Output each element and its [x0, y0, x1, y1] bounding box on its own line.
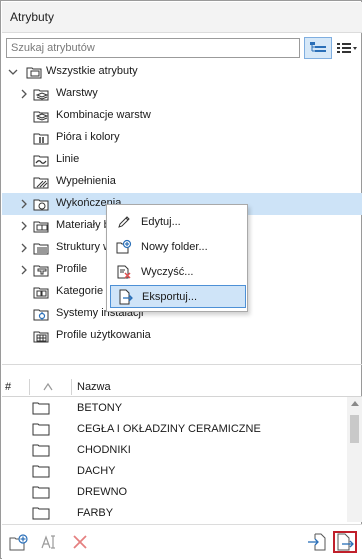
delete-icon: [73, 535, 87, 549]
tree-view-button[interactable]: [304, 37, 332, 59]
tree-root-label: Wszystkie atrybuty: [46, 65, 138, 77]
table-header: # Nazwa: [2, 377, 362, 397]
folder-icon: [32, 507, 50, 520]
table-row[interactable]: CEGŁA I OKŁADZINY CERAMICZNE: [2, 418, 346, 439]
attribute-table: # Nazwa BETONY CEGŁA I OKŁADZINY CERAMIC…: [2, 377, 362, 523]
tree-item-piora-i-kolory[interactable]: Pióra i kolory: [2, 127, 362, 149]
fills-icon: [33, 177, 49, 189]
list-view-button[interactable]: [333, 37, 361, 59]
window-title: Atrybuty: [10, 10, 55, 24]
menu-item-label: Wyczyść...: [141, 266, 194, 278]
chevron-right-icon[interactable]: [18, 88, 30, 100]
mep-systems-icon: [33, 309, 49, 321]
column-separator[interactable]: [71, 379, 72, 395]
menu-item-new-folder[interactable]: Nowy folder...: [110, 236, 246, 259]
table-scrollbar[interactable]: [347, 397, 362, 522]
tree-item-profile-uzytkowania[interactable]: Profile użytkowania: [2, 325, 362, 347]
chevron-right-icon[interactable]: [18, 220, 30, 232]
bottom-toolbar: [2, 524, 362, 559]
tree-item-linie[interactable]: Linie: [2, 149, 362, 171]
table-row[interactable]: DREWNO: [2, 481, 346, 502]
tree-item-wypelnienia[interactable]: Wypełnienia: [2, 171, 362, 193]
chevron-right-icon[interactable]: [18, 198, 30, 210]
composites-icon: [33, 243, 49, 255]
folder-icon: [32, 465, 50, 478]
chevron-right-icon[interactable]: [18, 242, 30, 254]
scroll-up-icon[interactable]: [351, 401, 359, 406]
menu-item-edit[interactable]: Edytuj...: [110, 211, 246, 234]
table-row[interactable]: FARBY: [2, 502, 346, 523]
list-view-icon: [337, 43, 357, 53]
pencil-icon: [118, 216, 130, 228]
tree-item-warstwy[interactable]: Warstwy: [2, 83, 362, 105]
import-icon: [308, 533, 326, 551]
table-row[interactable]: DACHY: [2, 460, 346, 481]
search-row: [2, 34, 362, 60]
sort-ascending-icon[interactable]: [43, 382, 53, 392]
folder-icon: [32, 486, 50, 499]
column-header-index[interactable]: #: [5, 381, 11, 393]
new-folder-button[interactable]: [7, 531, 31, 553]
attributes-window: Atrybuty Szukaj atrybutów Wszystkie atry…: [0, 0, 362, 559]
rename-icon: [41, 535, 55, 549]
export-icon: [119, 289, 133, 305]
tree-item-label: Warstwy: [56, 87, 98, 99]
tree-root[interactable]: Wszystkie atrybuty: [2, 61, 362, 83]
chevron-down-icon[interactable]: [7, 66, 19, 78]
profiles-icon: [33, 265, 49, 277]
row-name: FARBY: [77, 507, 114, 519]
operation-profiles-icon: [33, 331, 49, 343]
folder-stack-icon: [26, 67, 42, 79]
search-input[interactable]: [6, 38, 300, 58]
tree-item-label: Pióra i kolory: [56, 131, 120, 143]
new-folder-icon: [9, 534, 28, 551]
tree-item-label: Linie: [56, 153, 80, 165]
tree-item-label: Profile użytkowania: [56, 329, 151, 341]
context-menu: Edytuj... Nowy folder... Wyczyść... Eksp…: [106, 204, 248, 312]
splitter[interactable]: [2, 364, 362, 365]
export-button[interactable]: [333, 531, 357, 553]
import-button[interactable]: [305, 531, 329, 553]
building-materials-icon: [33, 221, 49, 233]
tree-item-label: Wypełnienia: [56, 175, 116, 187]
tree-item-label: Profile: [56, 263, 88, 275]
layer-combinations-icon: [33, 111, 49, 123]
pens-icon: [33, 133, 49, 145]
menu-item-label: Nowy folder...: [141, 241, 208, 253]
export-icon: [337, 533, 354, 551]
surfaces-icon: [33, 199, 49, 211]
column-header-name[interactable]: Nazwa: [77, 381, 111, 393]
table-row[interactable]: BETONY: [2, 397, 346, 418]
line-types-icon: [33, 155, 49, 167]
menu-item-label: Edytuj...: [141, 216, 181, 228]
scroll-thumb[interactable]: [350, 415, 359, 443]
folder-icon: [32, 444, 50, 457]
tree-item-label: Kombinacje warstw: [56, 109, 151, 121]
new-folder-icon: [116, 239, 132, 254]
purge-icon: [117, 265, 131, 279]
menu-item-export[interactable]: Eksportuj...: [110, 285, 246, 308]
row-name: BETONY: [77, 402, 123, 414]
delete-button[interactable]: [68, 531, 92, 553]
zone-categories-icon: [33, 287, 49, 299]
folder-icon: [32, 423, 50, 436]
layers-icon: [33, 89, 49, 101]
menu-item-purge[interactable]: Wyczyść...: [110, 261, 246, 284]
tree-view-icon: [310, 42, 326, 52]
column-separator[interactable]: [29, 379, 30, 395]
title-bar[interactable]: Atrybuty: [2, 2, 362, 33]
row-name: DREWNO: [77, 486, 128, 498]
table-row[interactable]: CHODNIKI: [2, 439, 346, 460]
row-name: CHODNIKI: [77, 444, 131, 456]
tree-item-kombinacje-warstw[interactable]: Kombinacje warstw: [2, 105, 362, 127]
rename-button[interactable]: [38, 531, 62, 553]
row-name: CEGŁA I OKŁADZINY CERAMICZNE: [77, 423, 261, 435]
row-name: DACHY: [77, 465, 116, 477]
menu-item-label: Eksportuj...: [142, 291, 198, 303]
chevron-right-icon[interactable]: [18, 264, 30, 276]
folder-icon: [32, 402, 50, 415]
